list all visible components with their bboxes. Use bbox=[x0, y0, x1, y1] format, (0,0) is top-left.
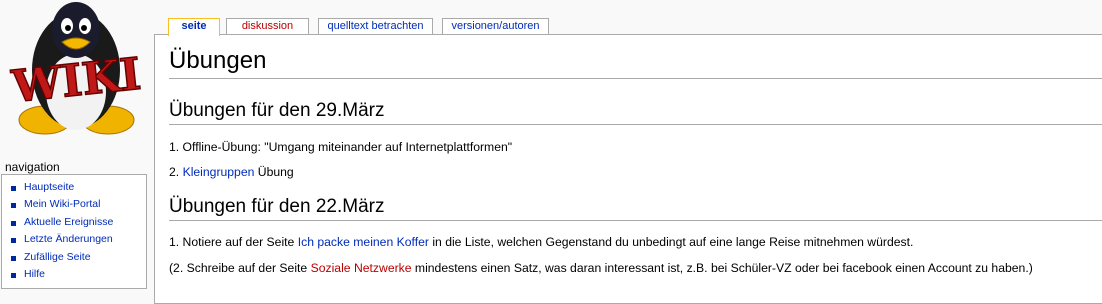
bullet-icon bbox=[11, 186, 16, 191]
nav-link-aktuelle-ereignisse[interactable]: Aktuelle Ereignisse bbox=[24, 216, 113, 228]
bullet-icon bbox=[11, 272, 16, 278]
paragraph: 1. Notiere auf der Seite Ich packe meine… bbox=[169, 234, 913, 250]
nav-item-aktuelle-ereignisse: Aktuelle Ereignisse bbox=[2, 214, 146, 231]
bullet-icon bbox=[11, 255, 16, 261]
paragraph-suffix: mindestens einen Satz, was daran interes… bbox=[411, 261, 1033, 275]
nav-link-hilfe[interactable]: Hilfe bbox=[24, 268, 45, 280]
item-text: 1. Offline-Übung: "Umgang miteinander au… bbox=[169, 140, 513, 154]
nav-item-zufaellige-seite: Zufällige Seite bbox=[2, 249, 146, 266]
navigation-box: Hauptseite Mein Wiki-Portal Aktuelle Ere… bbox=[1, 174, 147, 289]
page-title: Übungen bbox=[169, 46, 1102, 79]
tab-seite[interactable]: seite bbox=[168, 18, 220, 36]
link-soziale-netzwerke[interactable]: Soziale Netzwerke bbox=[311, 261, 412, 275]
nav-item-hauptseite: Hauptseite bbox=[2, 179, 146, 196]
item-prefix: 2. bbox=[169, 165, 183, 179]
nav-item-mein-wiki-portal: Mein Wiki-Portal bbox=[2, 196, 146, 213]
tab-versionen-autoren[interactable]: versionen/autoren bbox=[442, 18, 549, 34]
nav-link-letzte-aenderungen[interactable]: Letzte Änderungen bbox=[24, 233, 113, 245]
paragraph-prefix: 1. Notiere auf der Seite bbox=[169, 235, 298, 249]
wiki-logo[interactable]: WIKI bbox=[0, 0, 150, 150]
nav-item-hilfe: Hilfe bbox=[2, 266, 146, 283]
tab-quelltext-betrachten[interactable]: quelltext betrachten bbox=[318, 18, 433, 34]
list-item: 2. Kleingruppen Übung bbox=[169, 164, 294, 180]
section-heading-29-maerz: Übungen für den 29.März bbox=[169, 99, 1102, 125]
section-heading-22-maerz: Übungen für den 22.März bbox=[169, 195, 1102, 221]
paragraph-prefix: (2. Schreibe auf der Seite bbox=[169, 261, 311, 275]
link-ich-packe-meinen-koffer[interactable]: Ich packe meinen Koffer bbox=[298, 235, 429, 249]
nav-link-zufaellige-seite[interactable]: Zufällige Seite bbox=[24, 251, 91, 263]
bullet-icon bbox=[11, 220, 16, 226]
paragraph: (2. Schreibe auf der Seite Soziale Netzw… bbox=[169, 260, 1033, 276]
item-suffix: Übung bbox=[254, 165, 294, 179]
nav-link-hauptseite[interactable]: Hauptseite bbox=[24, 181, 74, 193]
nav-item-letzte-aenderungen: Letzte Änderungen bbox=[2, 231, 146, 248]
paragraph-suffix: in die Liste, welchen Gegenstand du unbe… bbox=[428, 235, 914, 249]
list-item: 1. Offline-Übung: "Umgang miteinander au… bbox=[169, 139, 512, 155]
svg-text:WIKI: WIKI bbox=[9, 49, 143, 113]
link-kleingruppen[interactable]: Kleingruppen bbox=[183, 165, 255, 179]
bullet-icon bbox=[11, 203, 16, 209]
nav-link-mein-wiki-portal[interactable]: Mein Wiki-Portal bbox=[24, 198, 100, 210]
tab-diskussion[interactable]: diskussion bbox=[226, 18, 309, 34]
content-area: Übungen Übungen für den 29.März 1. Offli… bbox=[154, 34, 1102, 304]
navigation-title: navigation bbox=[5, 160, 60, 174]
bullet-icon bbox=[11, 238, 16, 244]
